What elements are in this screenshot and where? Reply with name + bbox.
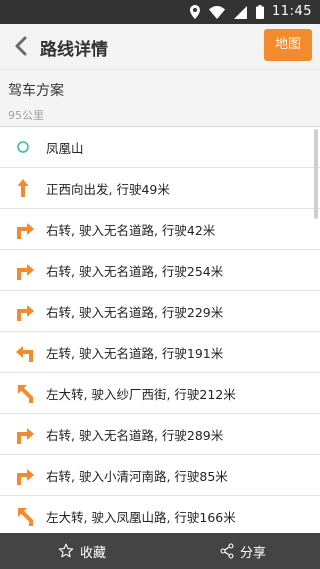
turn-right-icon [17,428,34,444]
share-button[interactable]: 分享 [220,533,266,569]
step-text: 右转, 驶入无名道路, 行驶254米 [46,264,224,279]
status-icons [190,5,264,19]
step-text: 右转, 驶入无名道路, 行驶289米 [46,428,224,443]
list-item[interactable]: 右转, 驶入无名道路, 行驶42米 [0,209,320,250]
step-text: 左大转, 驶入凤凰山路, 行驶166米 [46,510,236,525]
share-label: 分享 [240,545,267,561]
bottom-bar: 收藏 分享 [0,533,320,569]
list-item[interactable]: 正西向出发, 行驶49米 [0,168,320,209]
favorite-label: 收藏 [80,545,107,561]
plan-title: 驾车方案 [8,83,64,99]
sharp-left-icon [18,508,33,526]
share-icon [220,543,234,559]
battery-icon [256,5,264,19]
step-text: 左大转, 驶入纱厂西街, 行驶212米 [46,387,236,402]
location-icon [190,5,200,19]
list-item[interactable]: 右转, 驶入小清河南路, 行驶85米 [0,455,320,496]
status-time: 11:45 [272,4,312,19]
step-text: 左转, 驶入无名道路, 行驶191米 [46,346,224,361]
step-text: 右转, 驶入小清河南路, 行驶85米 [46,469,228,484]
step-text: 右转, 驶入无名道路, 行驶42米 [46,223,216,238]
list-item[interactable]: 右转, 驶入无名道路, 行驶254米 [0,250,320,291]
turn-right-icon [17,305,34,321]
straight-arrow-icon [17,179,29,197]
list-item[interactable]: 左转, 驶入无名道路, 行驶191米 [0,332,320,373]
chevron-left-icon [15,36,27,56]
star-icon [58,543,74,558]
favorite-button[interactable]: 收藏 [58,533,106,569]
turn-left-icon [16,346,33,362]
list-item[interactable]: 左大转, 驶入凤凰山路, 行驶166米 [0,496,320,533]
turn-right-icon [17,469,34,485]
start-circle-icon [17,141,29,153]
sharp-left-icon [18,385,33,403]
plan-distance: 95公里 [8,109,44,122]
status-bar: 11:45 [0,0,320,24]
map-button[interactable]: 地图 [264,29,312,61]
step-text: 右转, 驶入无名道路, 行驶229米 [46,305,224,320]
plan-header: 驾车方案 95公里 [0,69,320,127]
back-button[interactable] [10,34,32,58]
route-steps-list[interactable]: 凤凰山 正西向出发, 行驶49米 右转, 驶入无名道路, 行驶42米 右转, 驶… [0,127,320,533]
wifi-icon [209,5,225,19]
list-item[interactable]: 右转, 驶入无名道路, 行驶289米 [0,414,320,455]
step-text: 正西向出发, 行驶49米 [46,182,170,197]
page-title: 路线详情 [40,40,108,60]
signal-icon [234,5,247,19]
list-item[interactable]: 右转, 驶入无名道路, 行驶229米 [0,291,320,332]
list-item[interactable]: 左大转, 驶入纱厂西街, 行驶212米 [0,373,320,414]
turn-right-icon [17,264,34,280]
app-bar: 路线详情 地图 [0,24,320,69]
scrollbar[interactable] [314,129,318,219]
step-text: 凤凰山 [46,141,84,156]
list-item[interactable]: 凤凰山 [0,127,320,168]
turn-right-icon [17,223,34,239]
